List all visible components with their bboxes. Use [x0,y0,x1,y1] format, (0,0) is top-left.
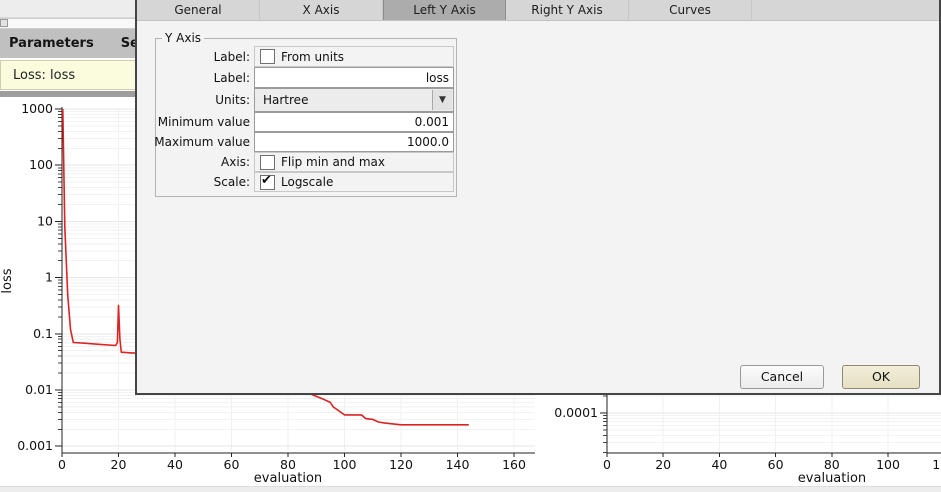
maximum-value-input[interactable]: 1000.0 [254,132,454,152]
svg-text:140: 140 [446,457,470,472]
svg-text:0.1: 0.1 [33,326,53,341]
curve-list-item-label: Loss: loss [13,68,75,83]
row-scale: Scale: Logscale [158,172,454,192]
ok-button[interactable]: OK [842,365,920,389]
svg-text:20: 20 [655,457,671,472]
svg-text:20: 20 [111,457,127,472]
window-bottom-strip [0,486,941,492]
tab-parameters[interactable]: Parameters [9,36,94,51]
row-minimum: Minimum value 0.001 [158,112,454,132]
svg-text:1: 1 [45,270,53,285]
logscale-checkbox-label: Logscale [281,175,333,189]
flip-min-max-checkbox-field[interactable]: Flip min and max [254,152,454,172]
svg-text:evaluation: evaluation [798,471,866,486]
tab-x-axis[interactable]: X Axis [260,0,383,20]
tab-curves[interactable]: Curves [629,0,752,20]
logscale-checkbox-field[interactable]: Logscale [254,172,454,192]
tab-left-y-axis[interactable]: Left Y Axis [383,0,506,20]
groupbox-title: Y Axis [162,31,204,45]
svg-text:40: 40 [167,457,183,472]
y-axis-groupbox: Y Axis Label: From units Label: loss Uni… [155,31,457,197]
svg-text:80: 80 [824,457,840,472]
field-label: Label: [158,46,254,67]
from-units-checkbox-label: From units [281,50,344,64]
row-maximum: Maximum value 1000.0 [158,132,454,152]
svg-text:10: 10 [37,213,53,228]
minimum-value-input[interactable]: 0.001 [254,112,454,132]
label-input[interactable]: loss [254,67,454,88]
svg-text:loss: loss [0,268,15,293]
svg-text:100: 100 [333,457,357,472]
row-units: Units: Hartree ▼ [158,88,454,112]
svg-text:40: 40 [711,457,727,472]
svg-text:0: 0 [603,457,611,472]
svg-text:1000: 1000 [21,101,53,116]
svg-text:160: 160 [502,457,526,472]
svg-text:0: 0 [58,457,66,472]
svg-text:120: 120 [932,457,941,472]
field-label: Axis: [158,152,254,172]
units-combobox-value: Hartree [263,93,308,107]
chevron-down-icon[interactable]: ▼ [432,90,452,110]
svg-text:evaluation: evaluation [254,471,322,486]
field-label: Maximum value [158,132,254,152]
field-label: Minimum value [158,112,254,132]
flip-min-max-checkbox[interactable] [260,155,275,170]
tab-general[interactable]: General [137,0,260,20]
svg-text:120: 120 [389,457,413,472]
svg-text:100: 100 [29,157,53,172]
row-label-text: Label: loss [158,67,454,88]
field-label: Scale: [158,172,254,192]
svg-text:80: 80 [280,457,296,472]
logscale-checkbox[interactable] [260,175,275,190]
splitter-handle-icon[interactable] [0,19,8,27]
from-units-checkbox[interactable] [260,49,275,64]
svg-text:0.001: 0.001 [17,438,53,453]
units-combobox[interactable]: Hartree ▼ [254,88,454,112]
svg-text:0.0001: 0.0001 [554,405,598,420]
row-axis-flip: Axis: Flip min and max [158,152,454,172]
axis-settings-dialog: General X Axis Left Y Axis Right Y Axis … [135,0,941,395]
field-label: Units: [158,88,254,112]
svg-text:60: 60 [224,457,240,472]
row-label-from-units: Label: From units [158,46,454,67]
flip-min-max-checkbox-label: Flip min and max [281,155,385,169]
tab-right-y-axis[interactable]: Right Y Axis [506,0,629,20]
from-units-checkbox-field[interactable]: From units [254,46,454,67]
cancel-button[interactable]: Cancel [740,365,824,389]
svg-text:60: 60 [768,457,784,472]
svg-text:0.01: 0.01 [25,382,53,397]
svg-text:100: 100 [876,457,900,472]
dialog-tabbar: General X Axis Left Y Axis Right Y Axis … [137,0,939,21]
field-label: Label: [158,67,254,88]
